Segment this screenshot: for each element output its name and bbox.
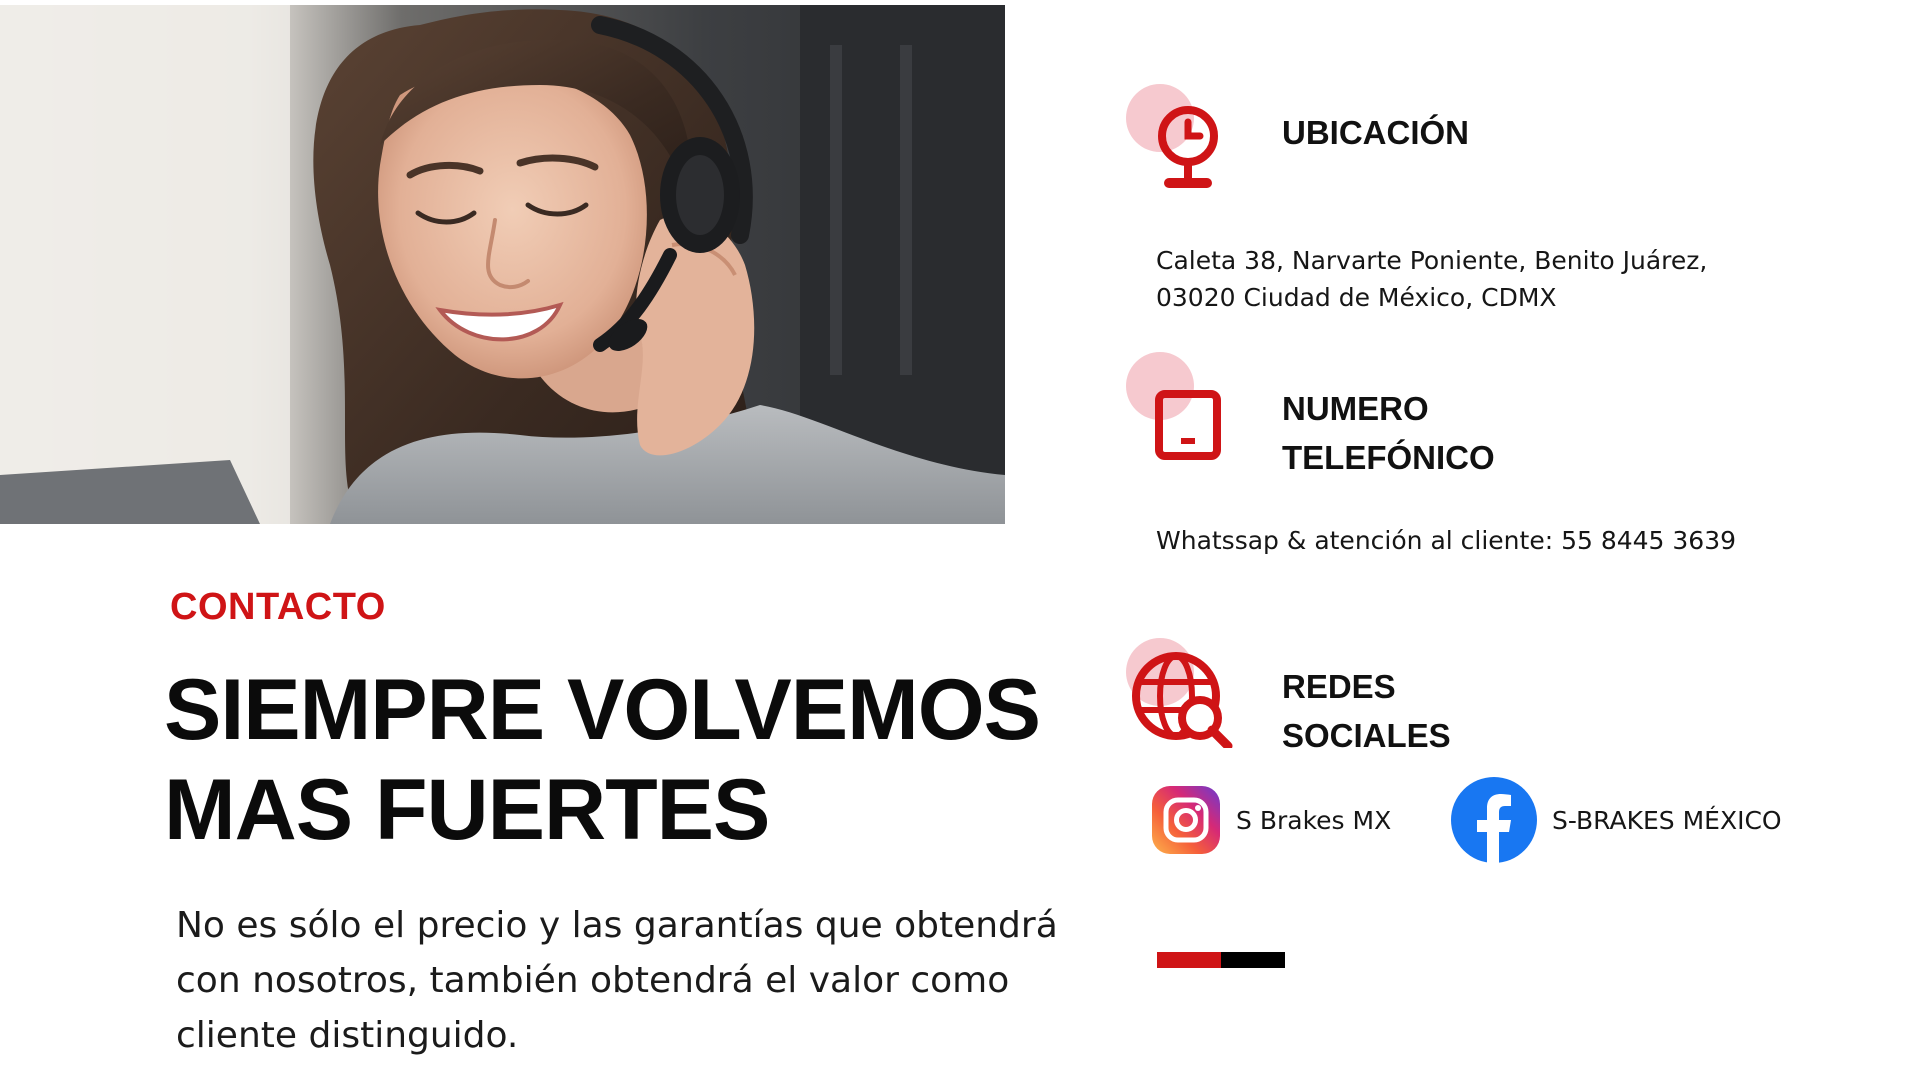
location-title: UBICACIÓN xyxy=(1282,108,1469,157)
accent-divider-red xyxy=(1157,952,1221,968)
smartphone-icon xyxy=(1126,352,1236,462)
facebook-link[interactable]: S-BRAKES MÉXICO xyxy=(1450,776,1782,864)
phone-title-line-2: TELEFÓNICO xyxy=(1282,439,1495,476)
phone-text: Whatssap & atención al cliente: 55 8445 … xyxy=(1156,522,1736,559)
intro-body-text: No es sólo el precio y las garantías que… xyxy=(176,905,1058,1056)
instagram-label: S Brakes MX xyxy=(1236,805,1392,835)
social-title: REDES SOCIALES xyxy=(1282,662,1451,760)
hero-photo xyxy=(0,5,1005,524)
phone-title: NUMERO TELEFÓNICO xyxy=(1282,384,1495,482)
instagram-link[interactable]: S Brakes MX xyxy=(1150,776,1391,864)
globe-search-icon xyxy=(1126,638,1236,748)
headline-line-1: SIEMPRE VOLVEMOS xyxy=(164,662,1041,758)
social-title-line-2: SOCIALES xyxy=(1282,717,1451,754)
location-address: Caleta 38, Narvarte Poniente, Benito Juá… xyxy=(1156,242,1707,316)
page-headline: SIEMPRE VOLVEMOS MAS FUERTES xyxy=(164,660,1094,860)
headline-line-2: MAS FUERTES xyxy=(164,762,770,858)
address-line-1: Caleta 38, Narvarte Poniente, Benito Juá… xyxy=(1156,246,1708,275)
social-title-line-1: REDES xyxy=(1282,668,1396,705)
location-pin-icon xyxy=(1126,84,1236,194)
facebook-icon xyxy=(1451,777,1537,864)
instagram-icon xyxy=(1152,786,1220,854)
section-eyebrow: CONTACTO xyxy=(170,586,386,628)
phone-number-text[interactable]: Whatssap & atención al cliente: 55 8445 … xyxy=(1156,522,1736,559)
accent-divider xyxy=(1157,952,1285,968)
facebook-label: S-BRAKES MÉXICO xyxy=(1552,805,1782,835)
location-title-text: UBICACIÓN xyxy=(1282,114,1469,151)
phone-title-line-1: NUMERO xyxy=(1282,390,1429,427)
accent-divider-black xyxy=(1221,952,1285,968)
woman-with-headset-illustration xyxy=(0,5,1005,524)
address-line-2: 03020 Ciudad de México, CDMX xyxy=(1156,283,1557,312)
